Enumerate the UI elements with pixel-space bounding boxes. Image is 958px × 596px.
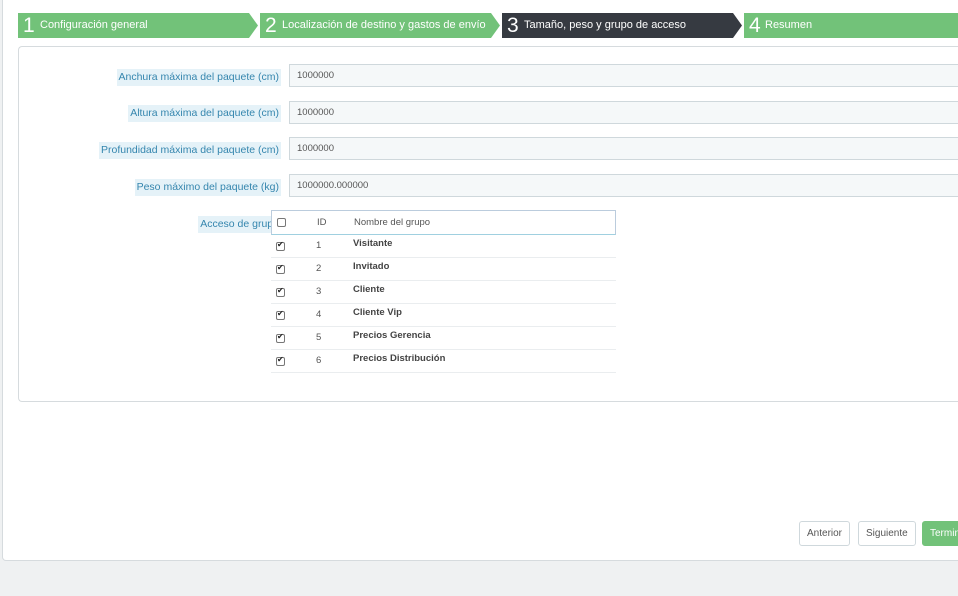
step-1-number: 1 <box>23 14 35 37</box>
step-3[interactable]: 3 Tamaño, peso y grupo de acceso <box>502 13 742 38</box>
group-id: 4 <box>316 309 322 320</box>
max-width-input[interactable]: 1000000 <box>289 64 958 87</box>
group-name: Cliente <box>353 284 385 295</box>
group-checkbox[interactable] <box>276 286 285 297</box>
group-id: 2 <box>316 263 322 274</box>
step-1[interactable]: 1 Configuración general <box>18 13 258 38</box>
group-name-column-header: Nombre del grupo <box>354 217 431 228</box>
max-depth-label: Profundidad máxima del paquete (cm) <box>98 142 281 159</box>
group-name: Invitado <box>353 261 390 272</box>
group-name: Precios Gerencia <box>353 330 431 341</box>
table-row: 5 Precios Gerencia <box>271 327 616 350</box>
step-4-label: Resumen <box>765 19 813 31</box>
finish-button[interactable]: Terminar <box>922 521 958 546</box>
select-all-checkbox[interactable] <box>277 218 286 227</box>
group-id: 1 <box>316 240 322 251</box>
max-depth-input[interactable]: 1000000 <box>289 137 958 160</box>
step-4[interactable]: 4 Resumen <box>744 13 958 38</box>
table-row: 3 Cliente <box>271 281 616 304</box>
max-height-label: Altura máxima del paquete (cm) <box>128 105 281 122</box>
step-3-label: Tamaño, peso y grupo de acceso <box>524 19 687 31</box>
group-checkbox[interactable] <box>276 332 285 343</box>
step-2[interactable]: 2 Localización de destino y gastos de en… <box>260 13 500 38</box>
group-checkbox[interactable] <box>276 309 285 320</box>
max-width-label: Anchura máxima del paquete (cm) <box>116 69 281 86</box>
table-row: 6 Precios Distribución <box>271 350 616 373</box>
group-table-header: ID Nombre del grupo <box>271 210 616 235</box>
step-1-label: Configuración general <box>40 19 148 31</box>
max-weight-label: Peso máximo del paquete (kg) <box>134 179 281 196</box>
group-access-label: Acceso de grupo <box>198 216 281 233</box>
step-2-label: Localización de destino y gastos de enví… <box>282 19 486 31</box>
group-checkbox[interactable] <box>276 355 285 366</box>
previous-button[interactable]: Anterior <box>799 521 851 546</box>
max-weight-input[interactable]: 1000000.000000 <box>289 174 958 197</box>
next-button[interactable]: Siguiente <box>858 521 916 546</box>
max-height-input[interactable]: 1000000 <box>289 101 958 124</box>
step-3-number: 3 <box>507 14 519 37</box>
table-row: 1 Visitante <box>271 235 616 258</box>
group-access-table: ID Nombre del grupo 1 Visitante 2 Invita… <box>271 210 616 373</box>
step-4-number: 4 <box>749 14 761 37</box>
table-row: 4 Cliente Vip <box>271 304 616 327</box>
group-name: Visitante <box>353 238 393 249</box>
group-name: Precios Distribución <box>353 353 446 364</box>
group-id: 5 <box>316 332 322 343</box>
group-checkbox[interactable] <box>276 240 285 251</box>
wizard-steps: 1 Configuración general 2 Localización d… <box>18 13 958 38</box>
form-panel: Anchura máxima del paquete (cm) 1000000 … <box>18 46 958 402</box>
group-id: 6 <box>316 355 322 366</box>
id-column-header: ID <box>317 217 327 228</box>
group-checkbox[interactable] <box>276 263 285 274</box>
group-name: Cliente Vip <box>353 307 402 318</box>
group-id: 3 <box>316 286 322 297</box>
table-row: 2 Invitado <box>271 258 616 281</box>
step-2-number: 2 <box>265 14 277 37</box>
